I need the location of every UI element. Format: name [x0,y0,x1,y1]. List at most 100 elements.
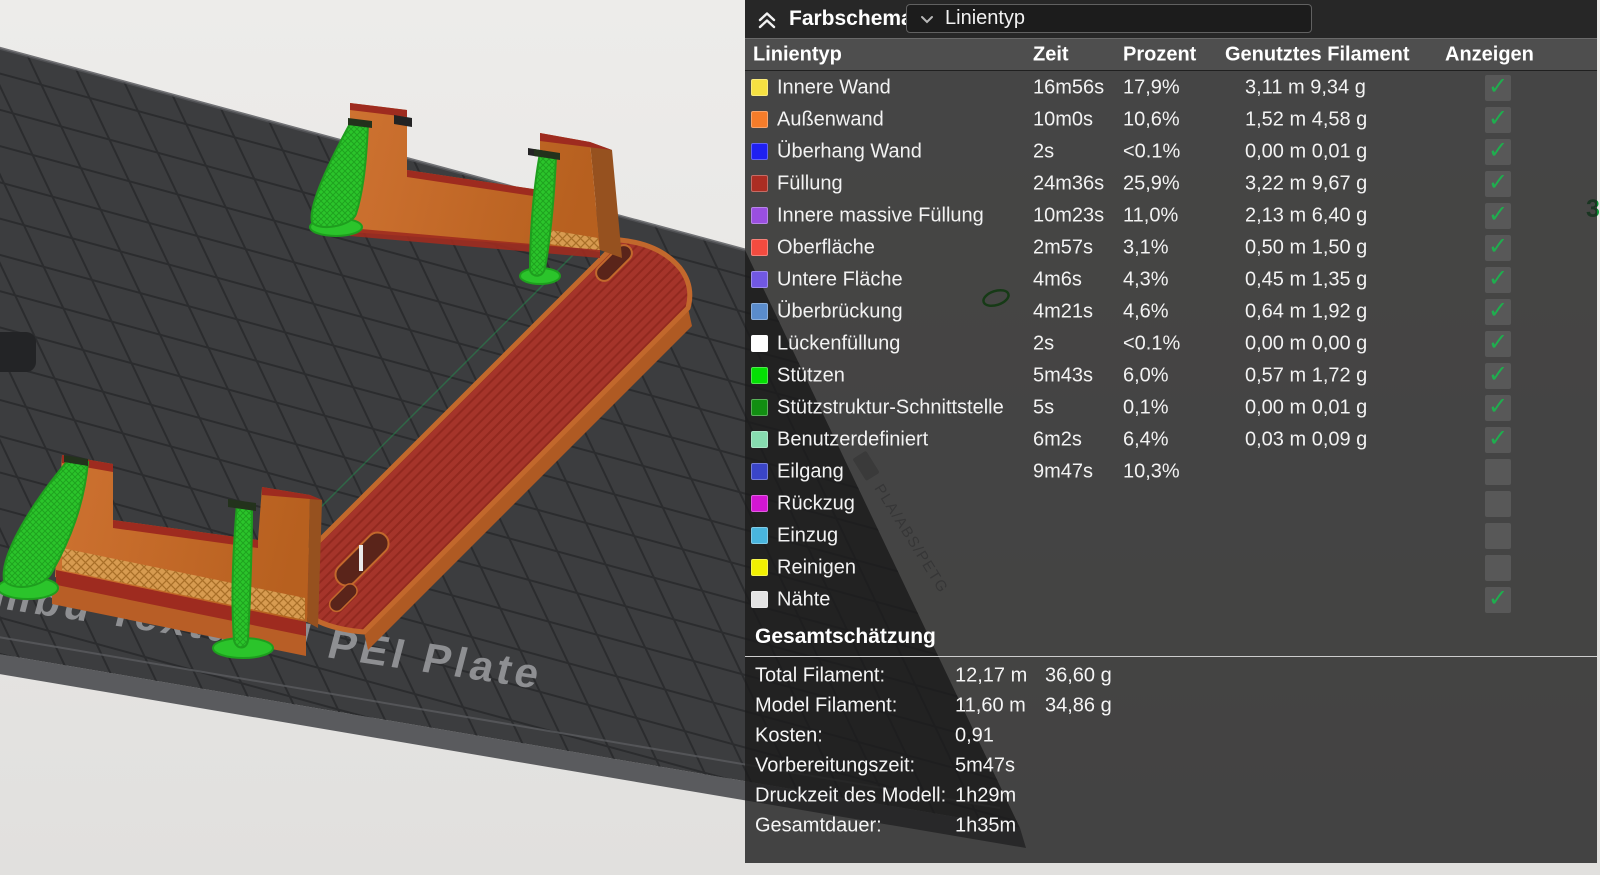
visibility-checkbox[interactable] [1485,555,1511,581]
line-type-color-swatch [751,207,768,224]
summary-value-2: 34,86 g [1045,695,1112,718]
line-type-row[interactable]: Untere Fläche 4m6s 4,3% 0,45 m 1,35 g ✓ [745,264,1597,296]
line-type-percent: 4,6% [1123,301,1169,324]
line-type-color-swatch [751,495,768,512]
view-type-dropdown[interactable]: Linientyp [906,4,1312,33]
seam-tick [359,545,363,571]
line-type-time: 5s [1033,397,1054,420]
summary-label: Model Filament: [755,695,897,718]
line-type-label: Füllung [777,173,843,196]
line-type-time: 4m21s [1033,301,1093,324]
line-type-label: Untere Fläche [777,269,903,292]
col-header-linientyp: Linientyp [753,43,842,66]
line-type-time: 2s [1033,333,1054,356]
visibility-checkbox[interactable]: ✓ [1485,235,1511,261]
line-type-row[interactable]: Eilgang 9m47s 10,3% [745,456,1597,488]
summary-row: Gesamtdauer: 1h35m [745,811,1597,841]
summary-row: Total Filament: 12,17 m 36,60 g [745,661,1597,691]
line-type-filament: 0,45 m 1,35 g [1245,269,1367,292]
checkmark-icon: ✓ [1488,75,1508,99]
visibility-checkbox[interactable]: ✓ [1485,587,1511,613]
visibility-checkbox[interactable]: ✓ [1485,171,1511,197]
visibility-checkbox[interactable]: ✓ [1485,331,1511,357]
line-type-row[interactable]: Einzug [745,520,1597,552]
checkmark-icon: ✓ [1488,299,1508,323]
line-type-row[interactable]: Rückzug [745,488,1597,520]
panel-title: Farbschema [789,7,913,31]
line-type-label: Außenwand [777,109,884,132]
line-type-row[interactable]: Überhang Wand 2s <0.1% 0,00 m 0,01 g ✓ [745,136,1597,168]
visibility-checkbox[interactable] [1485,459,1511,485]
line-type-percent: 10,6% [1123,109,1180,132]
line-type-time: 24m36s [1033,173,1104,196]
line-type-row[interactable]: Benutzerdefiniert 6m2s 6,4% 0,03 m 0,09 … [745,424,1597,456]
checkmark-icon: ✓ [1488,107,1508,131]
line-type-percent: 25,9% [1123,173,1180,196]
line-type-color-swatch [751,271,768,288]
view-type-selected: Linientyp [945,7,1025,30]
line-type-time: 9m47s [1033,461,1093,484]
summary-divider [745,656,1597,657]
line-type-time: 10m23s [1033,205,1104,228]
line-type-color-swatch [751,431,768,448]
line-type-color-swatch [751,303,768,320]
visibility-checkbox[interactable]: ✓ [1485,203,1511,229]
color-scheme-panel: Farbschema Linientyp Linientyp Zeit Proz… [745,0,1597,863]
line-type-row[interactable]: Überbrückung 4m21s 4,6% 0,64 m 1,92 g ✓ [745,296,1597,328]
chevron-down-icon [917,9,937,29]
summary-row: Druckzeit des Modell: 1h29m [745,781,1597,811]
summary-title: Gesamtschätzung [755,625,1597,649]
line-type-percent: 3,1% [1123,237,1169,260]
line-type-percent: 0,1% [1123,397,1169,420]
line-type-filament: 0,00 m 0,01 g [1245,141,1367,164]
col-header-filament: Genutztes Filament [1225,43,1409,66]
visibility-checkbox[interactable]: ✓ [1485,139,1511,165]
line-type-row[interactable]: Oberfläche 2m57s 3,1% 0,50 m 1,50 g ✓ [745,232,1597,264]
visibility-checkbox[interactable]: ✓ [1485,299,1511,325]
app-window: Bambu Textured PEI Plate PLA/ABS/PETG [0,0,1600,875]
collapse-panel-button[interactable] [753,5,781,33]
line-type-time: 6m2s [1033,429,1082,452]
summary-row: Kosten: 0,91 [745,721,1597,751]
line-type-label: Lückenfüllung [777,333,900,356]
line-type-label: Einzug [777,525,838,548]
visibility-checkbox[interactable]: ✓ [1485,107,1511,133]
line-type-filament: 0,00 m 0,00 g [1245,333,1367,356]
line-type-color-swatch [751,559,768,576]
line-type-row[interactable]: Stützstruktur-Schnittstelle 5s 0,1% 0,00… [745,392,1597,424]
visibility-checkbox[interactable]: ✓ [1485,395,1511,421]
line-type-row[interactable]: Nähte ✓ [745,584,1597,616]
visibility-checkbox[interactable] [1485,491,1511,517]
line-type-row[interactable]: Innere Wand 16m56s 17,9% 3,11 m 9,34 g ✓ [745,72,1597,104]
line-type-percent: 4,3% [1123,269,1169,292]
visibility-checkbox[interactable]: ✓ [1485,427,1511,453]
col-header-anzeigen: Anzeigen [1445,43,1534,66]
line-type-color-swatch [751,335,768,352]
line-type-label: Stützstruktur-Schnittstelle [777,397,1004,420]
line-type-label: Reinigen [777,557,856,580]
line-type-label: Innere Wand [777,77,891,100]
visibility-checkbox[interactable] [1485,523,1511,549]
summary-label: Vorbereitungszeit: [755,755,915,778]
checkmark-icon: ✓ [1488,363,1508,387]
line-type-row[interactable]: Stützen 5m43s 6,0% 0,57 m 1,72 g ✓ [745,360,1597,392]
line-type-row[interactable]: Reinigen [745,552,1597,584]
table-header: Linientyp Zeit Prozent Genutztes Filamen… [745,38,1597,71]
visibility-checkbox[interactable]: ✓ [1485,267,1511,293]
summary-value: 12,17 m [955,665,1027,688]
line-type-color-swatch [751,111,768,128]
line-type-row[interactable]: Innere massive Füllung 10m23s 11,0% 2,13… [745,200,1597,232]
line-type-row[interactable]: Außenwand 10m0s 10,6% 1,52 m 4,58 g ✓ [745,104,1597,136]
visibility-checkbox[interactable]: ✓ [1485,75,1511,101]
panel-header: Farbschema Linientyp [745,0,1597,39]
line-type-row[interactable]: Lückenfüllung 2s <0.1% 0,00 m 0,00 g ✓ [745,328,1597,360]
visibility-checkbox[interactable]: ✓ [1485,363,1511,389]
line-type-label: Rückzug [777,493,855,516]
checkmark-icon: ✓ [1488,235,1508,259]
line-type-time: 10m0s [1033,109,1093,132]
col-header-prozent: Prozent [1123,43,1196,66]
line-type-color-swatch [751,79,768,96]
line-type-row[interactable]: Füllung 24m36s 25,9% 3,22 m 9,67 g ✓ [745,168,1597,200]
line-type-percent: 17,9% [1123,77,1180,100]
line-type-filament: 0,64 m 1,92 g [1245,301,1367,324]
